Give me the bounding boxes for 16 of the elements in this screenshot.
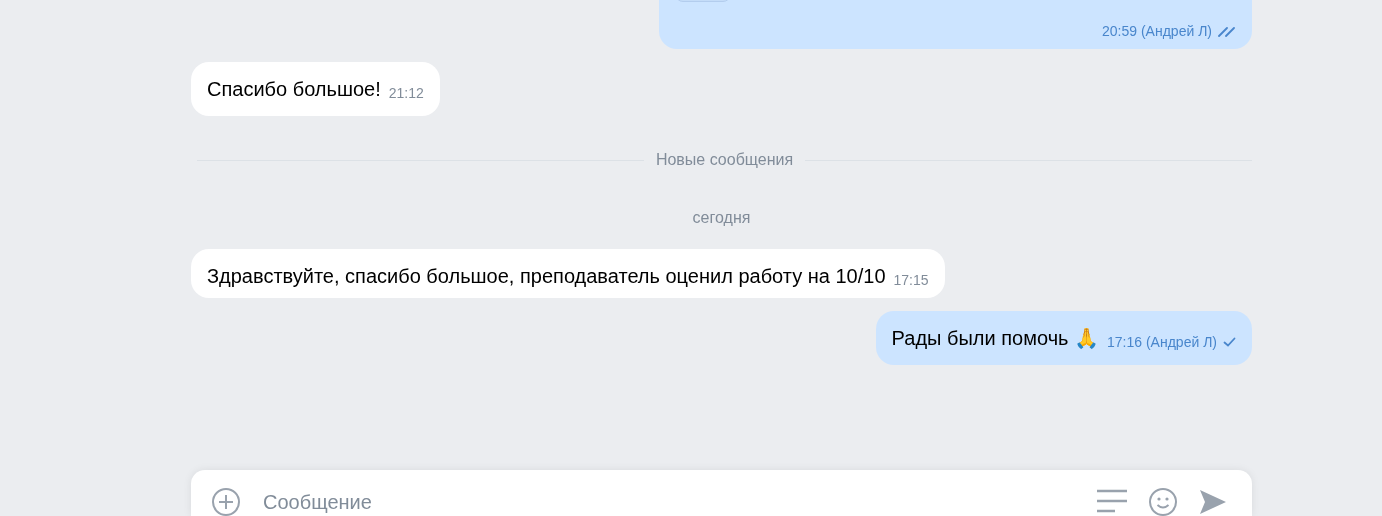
date-label: сегодня	[692, 209, 751, 227]
message-text: Здравствуйте, спасибо большое, преподаватель оценил работу на 10/10	[207, 264, 886, 289]
double-check-icon	[1218, 25, 1238, 37]
message-field[interactable]: Сообщение	[191, 470, 1252, 516]
message-text: Спасибо большое!	[207, 77, 381, 102]
check-icon	[1223, 337, 1236, 347]
message-time: 17:16 (Андрей Л)	[1107, 333, 1217, 352]
add-icon[interactable]	[211, 487, 241, 516]
send-icon[interactable]	[1198, 488, 1228, 516]
message-time: 21:12	[388, 84, 424, 103]
message-time: 20:59 (Андрей Л)	[1102, 22, 1212, 41]
message-text: Рады были помочь 🙏	[891, 326, 1100, 351]
message-input[interactable]: Сообщение	[261, 489, 1076, 515]
smiley-icon[interactable]	[1148, 487, 1178, 516]
new-messages-label: Новые сообщения	[655, 151, 794, 169]
message-time: 17:15	[893, 271, 929, 290]
